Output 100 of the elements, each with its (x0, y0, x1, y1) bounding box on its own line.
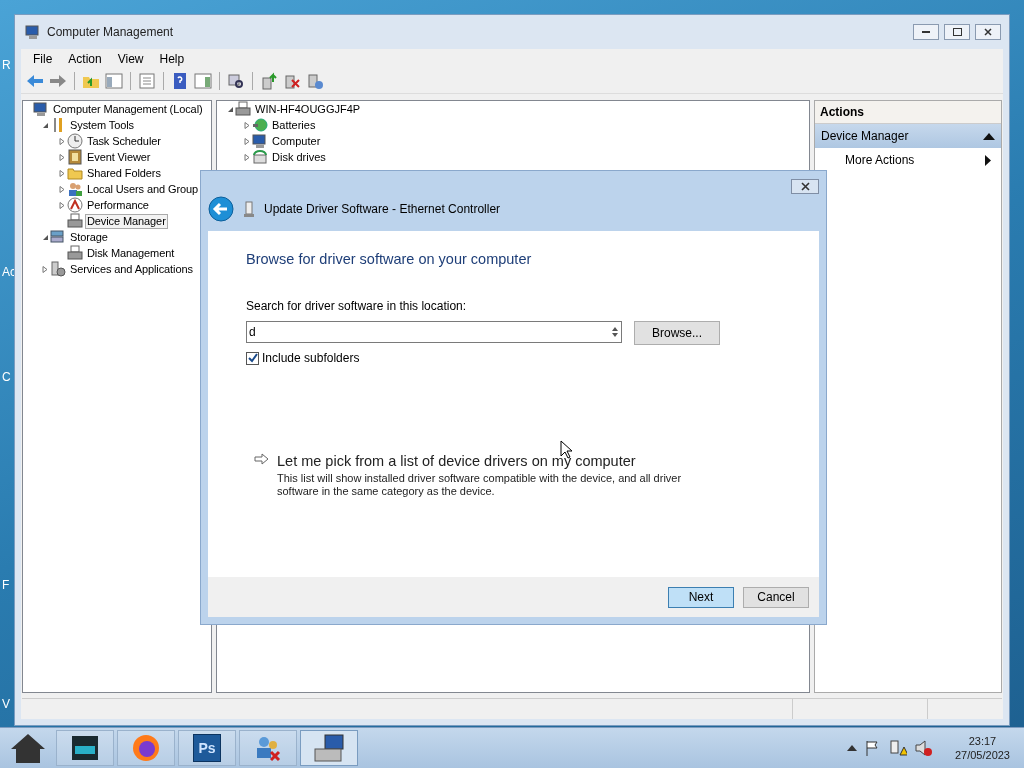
action-pane-icon[interactable] (194, 72, 212, 90)
drive-icon (252, 149, 268, 165)
printer-icon (67, 213, 83, 229)
collapsed-arrow-icon[interactable] (244, 121, 250, 129)
tree-item[interactable]: Disk Management (85, 245, 177, 261)
menu-item[interactable]: Action (60, 52, 110, 66)
taskbar-app[interactable] (300, 730, 358, 766)
collapsed-arrow-icon[interactable] (244, 137, 250, 145)
actions-section[interactable]: Device Manager (815, 124, 1001, 148)
dialog-close-button[interactable] (791, 179, 819, 194)
minimize-button[interactable] (913, 24, 939, 40)
install-device-icon[interactable] (306, 72, 324, 90)
clock-time[interactable]: 23:17 (968, 735, 997, 747)
dialog-heading: Browse for driver software on your computer (246, 251, 533, 267)
printer-icon (67, 245, 83, 261)
checkbox-label[interactable]: Include subfolders (262, 351, 360, 365)
taskbar-app[interactable] (117, 730, 175, 766)
maximize-button[interactable] (944, 24, 970, 40)
tree-item[interactable]: Batteries (270, 117, 318, 133)
disable-device-icon[interactable] (283, 72, 301, 90)
caret-up-icon[interactable] (846, 745, 857, 751)
tree-item[interactable]: Computer Management (Local) (51, 101, 205, 117)
minimize-icon[interactable] (922, 30, 930, 34)
cancel-button[interactable]: Cancel (743, 586, 809, 608)
dialog-title: Update Driver Software - Ethernet Controller (264, 202, 501, 216)
back-button-icon[interactable] (208, 196, 234, 222)
tree-item[interactable]: Storage (68, 229, 110, 245)
menu-item[interactable]: Help (151, 52, 193, 66)
help-icon[interactable] (171, 72, 189, 90)
tree-item[interactable]: Local Users and Group (85, 181, 200, 197)
maximize-icon[interactable] (952, 28, 962, 36)
menu-item[interactable]: File (25, 52, 61, 66)
battery-icon (252, 117, 268, 133)
storage-icon (50, 229, 66, 245)
forward-arrow-icon[interactable] (49, 72, 67, 90)
desktop-icon-label[interactable]: C (2, 370, 11, 384)
mouse-pointer-icon (560, 440, 573, 459)
tree-item[interactable]: Device Manager (85, 213, 168, 229)
expanded-arrow-icon[interactable] (227, 105, 233, 113)
update-driver-icon[interactable] (260, 72, 278, 90)
tree-item[interactable]: System Tools (68, 117, 136, 133)
option-link[interactable]: Let me pick from a list of device drivers on my computer (277, 453, 717, 469)
checkbox[interactable] (246, 351, 259, 365)
arrow-icon (254, 453, 269, 465)
collapsed-arrow-icon[interactable] (59, 153, 65, 161)
collapsed-arrow-icon[interactable] (59, 169, 65, 177)
drawer-icon (70, 734, 100, 762)
gauge-icon (67, 197, 83, 213)
back-arrow-icon[interactable] (26, 72, 44, 90)
field-label: Search for driver software in this location: (246, 299, 468, 313)
tree-item[interactable]: Services and Applications (68, 261, 195, 277)
location-field[interactable]: d (246, 321, 622, 343)
collapsed-arrow-icon[interactable] (42, 265, 48, 273)
section-title: Device Manager (821, 129, 909, 143)
submenu-arrow-icon (985, 154, 991, 166)
globe-icon (131, 733, 161, 763)
taskbar-app[interactable] (56, 730, 114, 766)
collapsed-arrow-icon[interactable] (244, 153, 250, 161)
home-icon[interactable] (9, 732, 47, 764)
flag-icon[interactable] (864, 740, 881, 756)
tree-item[interactable]: Performance (85, 197, 151, 213)
tree-item[interactable]: Event Viewer (85, 149, 153, 165)
option-description: This list will show installed driver software compatible with the device, and all driver software in the same category as the device. (277, 472, 683, 498)
tree-item[interactable]: Disk drives (270, 149, 328, 165)
next-button[interactable]: Next (668, 586, 734, 608)
gear-icon (50, 261, 66, 277)
collapse-arrow-icon[interactable] (983, 132, 995, 140)
desktop-icon-label[interactable]: F (2, 578, 10, 592)
browse-button[interactable]: Browse... (634, 321, 720, 345)
folder-icon (67, 165, 83, 181)
expanded-arrow-icon[interactable] (42, 121, 48, 129)
network-adapter-icon (244, 201, 254, 217)
close-button[interactable] (975, 24, 1001, 40)
clock-date[interactable]: 27/05/2023 (954, 749, 1010, 761)
expanded-arrow-icon[interactable] (42, 233, 48, 241)
tree-item[interactable]: Task Scheduler (85, 133, 163, 149)
computer-icon (33, 101, 49, 117)
tree-item[interactable]: Shared Folders (85, 165, 163, 181)
desktop-icon-label[interactable]: V (2, 697, 10, 711)
close-icon[interactable] (800, 182, 810, 191)
action-item[interactable]: More Actions (845, 153, 915, 167)
speaker-muted-icon[interactable] (914, 739, 933, 757)
network-icon[interactable] (888, 739, 907, 757)
window-title: Computer Management (47, 25, 175, 39)
computer-icon (252, 133, 268, 149)
computer-icon (25, 24, 41, 40)
taskbar-app[interactable]: Ps (178, 730, 236, 766)
collapsed-arrow-icon[interactable] (59, 201, 65, 209)
close-icon[interactable] (984, 28, 992, 36)
tree-item[interactable]: Computer (270, 133, 323, 149)
tree-item[interactable]: WIN-HF4OUGGJF4P (253, 101, 363, 117)
collapsed-arrow-icon[interactable] (59, 137, 65, 145)
clock-icon (67, 133, 83, 149)
menu-item[interactable]: View (109, 52, 152, 66)
collapsed-arrow-icon[interactable] (59, 185, 65, 193)
computer-icon (313, 733, 345, 763)
actions-header: Actions (815, 101, 1001, 124)
scan-icon[interactable] (227, 72, 245, 90)
spinner-icon[interactable] (612, 327, 618, 337)
users-icon (67, 181, 83, 197)
